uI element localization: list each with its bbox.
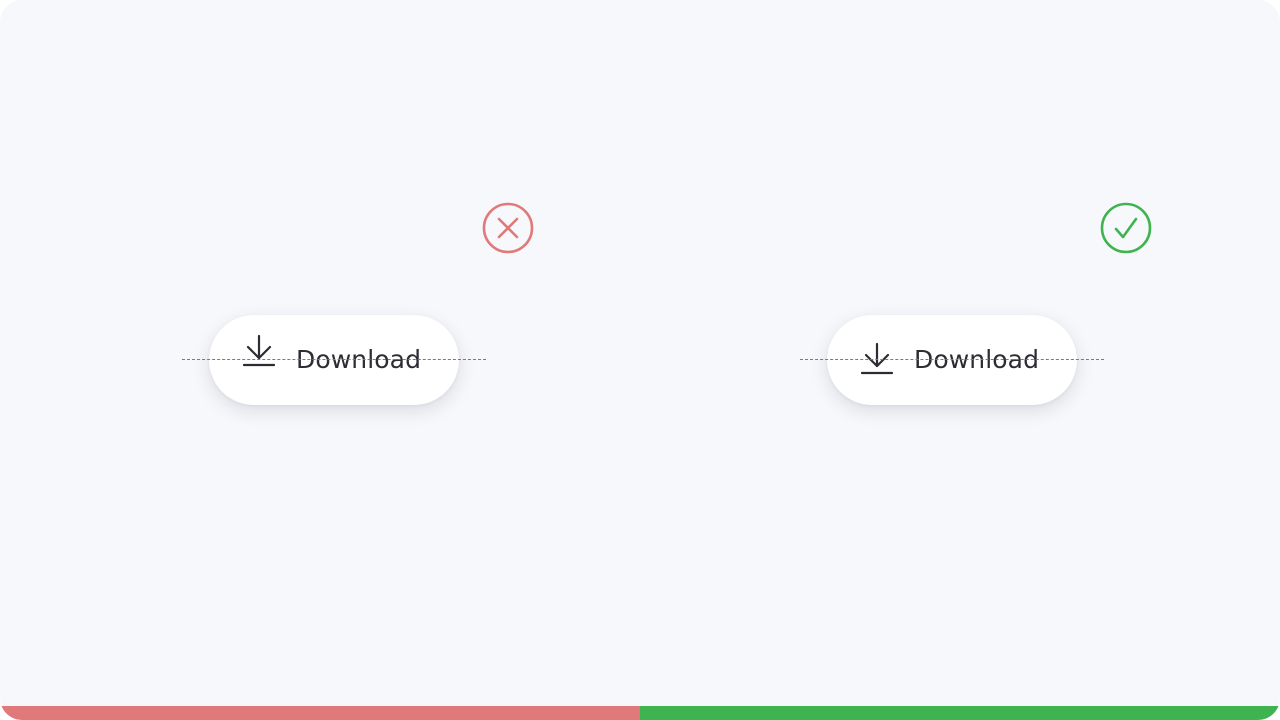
download-icon [860,342,894,375]
correct-indicator-bar [640,706,1280,720]
incorrect-example-panel: Download [0,0,640,720]
correct-example-panel: Download [640,0,1280,720]
x-circle-icon [482,202,534,254]
incorrect-indicator-bar [0,706,640,720]
download-button-label: Download [914,345,1040,374]
download-icon [242,334,276,367]
download-button-misaligned[interactable]: Download [209,315,459,405]
comparison-canvas: Download Download [0,0,1280,720]
check-circle-icon [1100,202,1152,254]
download-button-label: Download [296,345,422,374]
download-button-aligned[interactable]: Download [827,315,1077,405]
